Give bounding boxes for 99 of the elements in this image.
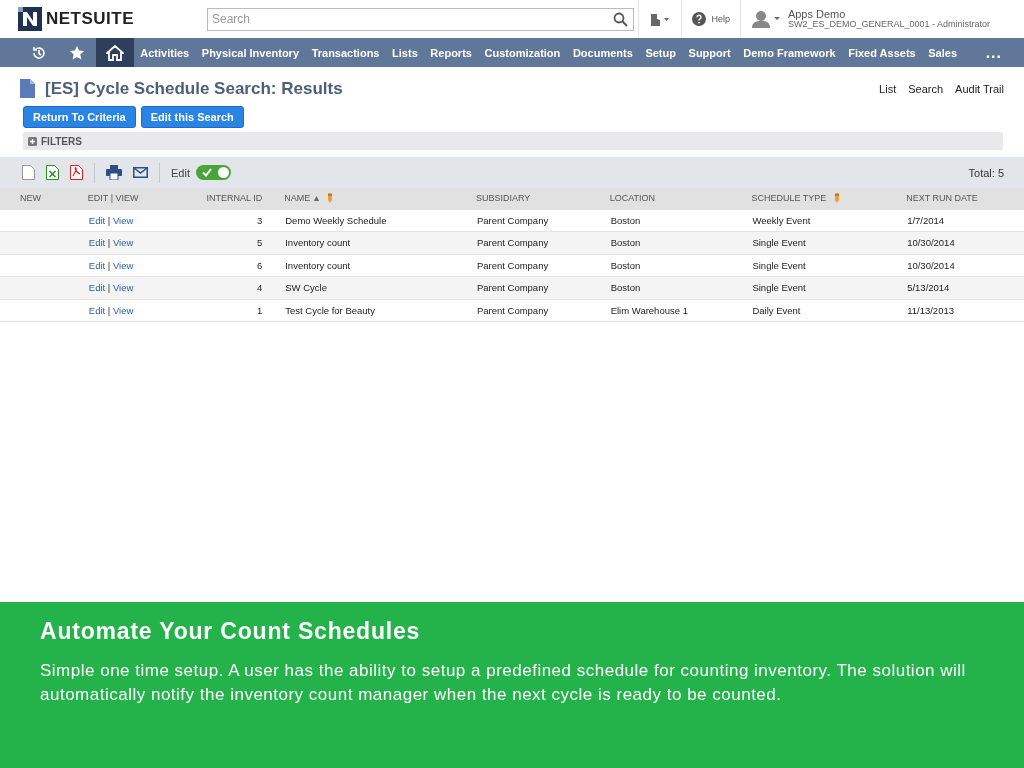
column-header[interactable]: EDIT | VIEW: [87, 188, 207, 209]
table-cell: Parent Company: [475, 231, 610, 254]
logo-icon: [18, 7, 42, 31]
table-cell: Boston: [609, 254, 752, 277]
nav-tab[interactable]: Activities: [134, 38, 196, 67]
page-link[interactable]: Audit Trail: [955, 82, 1004, 95]
view-link[interactable]: View: [112, 259, 134, 271]
table-cell: 1: [206, 299, 285, 322]
column-header[interactable]: NEXT RUN DATE: [906, 188, 1024, 209]
edit-link[interactable]: Edit: [88, 282, 106, 294]
nav-tab[interactable]: Reports: [424, 38, 479, 67]
table-cell: Parent Company: [475, 299, 610, 322]
filters-toggle[interactable]: FILTERS: [23, 132, 1003, 150]
link-separator: |: [107, 304, 111, 316]
table-cell: Inventory count: [284, 254, 476, 277]
view-link[interactable]: View: [112, 214, 134, 226]
user-role: SW2_ES_DEMO_GENERAL_0001 - Administrator: [787, 20, 990, 30]
search-icon[interactable]: [613, 11, 628, 27]
link-separator: |: [107, 259, 111, 271]
history-icon: [31, 44, 47, 61]
table-cell: 11/13/2013: [906, 299, 1024, 322]
column-header[interactable]: NAME: [284, 188, 476, 209]
edit-link[interactable]: Edit: [88, 237, 106, 249]
table-cell: Single Event: [751, 231, 907, 254]
column-header[interactable]: NEW: [0, 188, 88, 209]
table-cell: Boston: [609, 231, 752, 254]
table-cell: Single Event: [751, 276, 907, 299]
link-separator: |: [107, 282, 111, 294]
nav-tab[interactable]: Fixed Assets: [841, 38, 922, 67]
search-field[interactable]: Search: [207, 7, 634, 31]
nav-tab[interactable]: Sales: [922, 38, 964, 67]
return-to-criteria-button[interactable]: Return To Criteria: [23, 106, 136, 128]
table-cell: 3: [206, 209, 285, 232]
table-cell: Parent Company: [475, 209, 610, 232]
email-icon[interactable]: [133, 167, 148, 178]
nav-tab[interactable]: Setup: [639, 38, 683, 67]
more-menu[interactable]: ...: [977, 38, 1010, 67]
edit-link[interactable]: Edit: [88, 259, 106, 271]
table-cell: Test Cycle for Beauty: [284, 299, 476, 322]
column-header[interactable]: SUBSIDIARY: [475, 188, 610, 209]
edit-search-button[interactable]: Edit this Search: [140, 106, 244, 128]
table-cell: 4: [206, 276, 285, 299]
table-cell: Inventory count: [284, 231, 476, 254]
edit-toggle[interactable]: [195, 165, 231, 180]
user-avatar-icon[interactable]: [750, 10, 783, 28]
table-cell: SW Cycle: [284, 276, 476, 299]
edit-link[interactable]: Edit: [88, 214, 106, 226]
column-header[interactable]: LOCATION: [609, 188, 752, 209]
table-cell: Parent Company: [475, 254, 610, 277]
table-cell: Boston: [609, 209, 752, 232]
user-name: Apps Demo: [787, 8, 847, 21]
page-link[interactable]: List: [879, 82, 897, 95]
table-cell: Daily Event: [751, 299, 907, 322]
nav-tab[interactable]: Demo Framework: [737, 38, 842, 67]
banner-text: Simple one time setup. A user has the ability to setup a predefined schedule for counting inventory. The solution will automatically notify the inventory count manager when the next cycle is ready to be counted.: [40, 660, 967, 706]
spreadsheet-export-icon[interactable]: [46, 165, 59, 180]
nav-tab[interactable]: Customization: [478, 38, 567, 67]
pdf-export-icon[interactable]: [70, 165, 83, 180]
nav-tab[interactable]: Documents: [566, 38, 640, 67]
plus-icon: [28, 136, 37, 146]
table-cell: Single Event: [751, 254, 907, 277]
table-cell: 5/13/2014: [906, 276, 1024, 299]
help-link[interactable]: Help: [711, 14, 730, 24]
total-count: Total: 5: [968, 166, 1004, 179]
home-icon: [106, 44, 124, 61]
view-link[interactable]: View: [112, 282, 134, 294]
edit-link[interactable]: Edit: [88, 304, 106, 316]
nav-tab[interactable]: Lists: [385, 38, 425, 67]
table-cell: 10/30/2014: [906, 254, 1024, 277]
table-cell: 6: [206, 254, 285, 277]
table-cell: 10/30/2014: [906, 231, 1024, 254]
table-cell: 1/7/2014: [906, 209, 1024, 232]
banner-title: Automate Your Count Schedules: [40, 618, 422, 645]
edit-label: Edit: [171, 166, 190, 179]
document-icon: [20, 79, 35, 98]
new-document-icon[interactable]: [22, 165, 35, 180]
table-cell: 5: [206, 231, 285, 254]
nav-tab[interactable]: Support: [682, 38, 737, 67]
view-link[interactable]: View: [112, 304, 134, 316]
column-header[interactable]: INTERNAL ID: [206, 188, 285, 209]
link-separator: |: [107, 214, 111, 226]
star-icon: [69, 44, 85, 61]
table-cell: Boston: [609, 276, 752, 299]
link-separator: |: [107, 237, 111, 249]
logo-text: NETSUITE: [46, 9, 135, 29]
table-cell: Elim Warehouse 1: [609, 299, 752, 322]
nav-tab[interactable]: Transactions: [305, 38, 386, 67]
help-icon[interactable]: [692, 12, 707, 26]
table-cell: Parent Company: [475, 276, 610, 299]
page-title: [ES] Cycle Schedule Search: Results: [45, 78, 343, 99]
print-icon[interactable]: [106, 165, 122, 180]
view-link[interactable]: View: [112, 237, 134, 249]
nav-tab[interactable]: Physical Inventory: [195, 38, 306, 67]
table-cell: Weekly Event: [751, 209, 907, 232]
checkmark-icon: [201, 168, 212, 177]
column-header[interactable]: SCHEDULE TYPE: [751, 188, 907, 209]
home-tab[interactable]: [96, 38, 134, 67]
page-link[interactable]: Search: [908, 82, 944, 95]
table-cell: Demo Weekly Schedule: [284, 209, 476, 232]
